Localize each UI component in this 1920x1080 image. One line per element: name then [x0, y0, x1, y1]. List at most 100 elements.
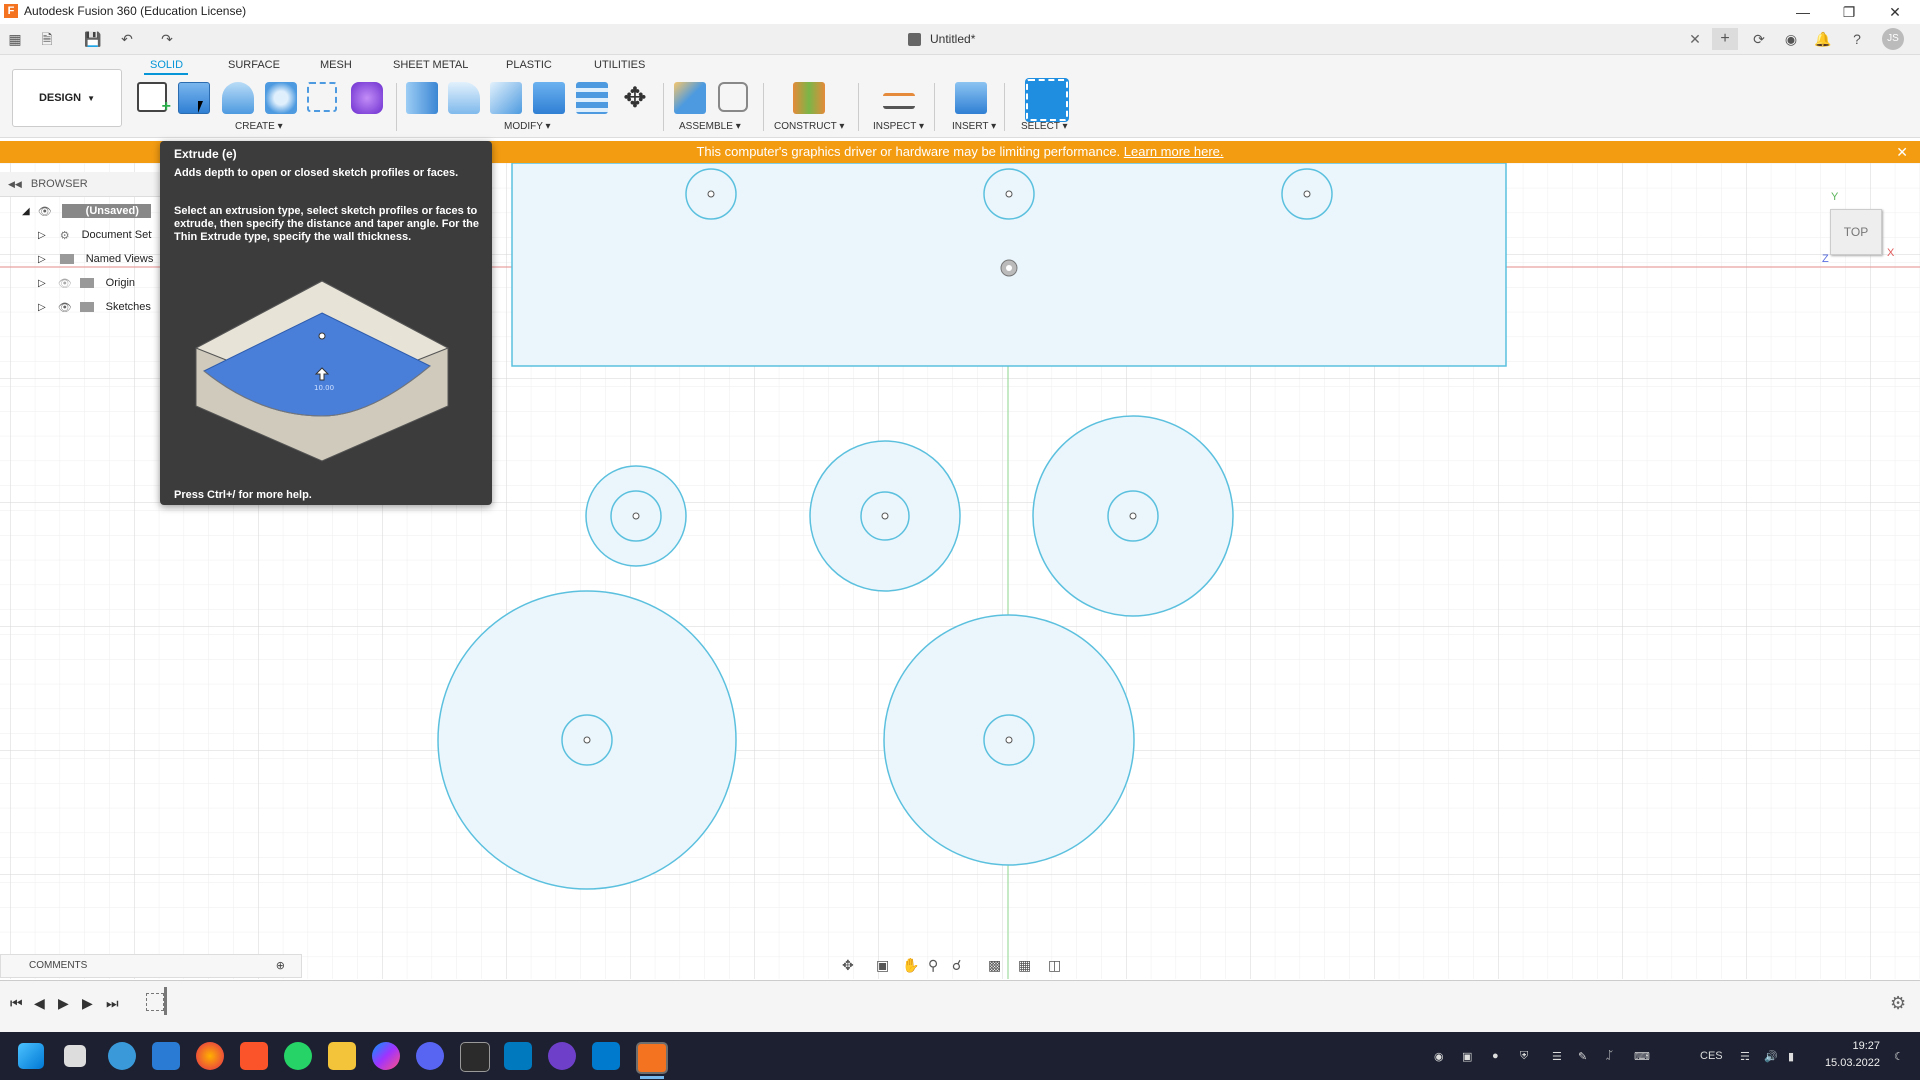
save-icon[interactable]: 💾	[84, 30, 102, 48]
triangle-collapsed-icon[interactable]: ▷	[38, 278, 46, 289]
shell-icon[interactable]	[533, 82, 565, 114]
play-icon[interactable]: ▶	[58, 995, 69, 1012]
document-tab-title[interactable]: Untitled*	[930, 32, 975, 46]
orbit-icon[interactable]: ✥	[842, 957, 854, 974]
joint-icon[interactable]	[718, 82, 748, 112]
language-indicator[interactable]: CES	[1700, 1050, 1723, 1062]
browser-item[interactable]: ▷ ⚙ Document Settings	[0, 223, 160, 247]
sketch-point[interactable]	[1005, 190, 1013, 198]
terminal-icon[interactable]	[460, 1042, 490, 1072]
tray-pen-icon[interactable]: ✎	[1578, 1050, 1587, 1063]
keyboard-icon[interactable]: ⌨	[1634, 1050, 1650, 1063]
viewports-icon[interactable]: ◫	[1048, 957, 1061, 974]
triangle-collapsed-icon[interactable]: ▷	[38, 254, 46, 265]
firefox-icon[interactable]	[196, 1042, 224, 1070]
step-forward-icon[interactable]: ▶	[82, 995, 93, 1012]
inspect-menu[interactable]: INSPECT ▾	[873, 121, 924, 132]
add-comment-icon[interactable]: ⊕	[276, 955, 285, 977]
create-menu[interactable]: CREATE ▾	[235, 121, 283, 132]
eye-hidden-icon[interactable]: 👁	[58, 277, 72, 290]
zoom-icon[interactable]: ⚲	[928, 957, 938, 974]
collapse-browser-icon[interactable]: ◀◀	[8, 179, 22, 189]
create-sketch-icon[interactable]: +	[137, 82, 171, 115]
pattern-icon[interactable]	[307, 82, 337, 112]
triangle-collapsed-icon[interactable]: ▷	[38, 302, 46, 313]
clock-date[interactable]: 15.03.2022	[1818, 1057, 1880, 1069]
sketch-point[interactable]	[707, 190, 715, 198]
timeline-sketch-icon[interactable]	[146, 993, 164, 1011]
view-cube[interactable]: TOP	[1830, 209, 1882, 255]
help-icon[interactable]: ?	[1848, 30, 1866, 48]
move-icon[interactable]: ✥	[619, 82, 651, 114]
browser-root-row[interactable]: ◢ 👁 (Unsaved)	[0, 199, 160, 223]
fit-icon[interactable]: ☌	[952, 957, 961, 974]
sketch-point[interactable]	[881, 512, 889, 520]
whatsapp-icon[interactable]	[284, 1042, 312, 1070]
close-window-button[interactable]: ✕	[1872, 0, 1918, 24]
triangle-collapsed-icon[interactable]: ▷	[38, 230, 46, 241]
redo-icon[interactable]: ↷	[158, 30, 176, 48]
go-to-start-icon[interactable]: ⏮	[10, 995, 23, 1012]
new-component-icon[interactable]	[674, 82, 706, 114]
triangle-expanded-icon[interactable]: ◢	[22, 206, 30, 217]
tab-plastic[interactable]: PLASTIC	[506, 59, 552, 71]
tray-chrome-icon[interactable]: ●	[1492, 1050, 1499, 1062]
create-form-icon[interactable]	[351, 82, 383, 114]
browser-item[interactable]: ▷ Named Views	[0, 247, 160, 271]
minimize-button[interactable]: —	[1780, 0, 1826, 24]
go-to-end-icon[interactable]: ⏭	[106, 995, 119, 1012]
sketch-point[interactable]	[583, 736, 591, 744]
close-document-icon[interactable]: ✕	[1686, 30, 1704, 48]
file-explorer-icon[interactable]	[328, 1042, 356, 1070]
app-grid-icon[interactable]: ▦	[6, 30, 24, 48]
notifications-icon[interactable]: 🔔	[1814, 30, 1832, 48]
chamfer-icon[interactable]	[490, 82, 522, 114]
construct-menu[interactable]: CONSTRUCT ▾	[774, 121, 844, 132]
github-desktop-icon[interactable]	[548, 1042, 576, 1070]
browser-item[interactable]: ▷ 👁 Sketches	[0, 295, 160, 319]
select-icon[interactable]	[1026, 79, 1068, 121]
wifi-icon[interactable]: ☴	[1740, 1050, 1750, 1063]
browser-header[interactable]: ◀◀ BROWSER	[0, 172, 160, 197]
vscode-icon[interactable]	[592, 1042, 620, 1070]
display-settings-icon[interactable]: ▩	[988, 957, 1001, 974]
messenger-icon[interactable]	[372, 1042, 400, 1070]
file-menu-icon[interactable]: 🗎	[38, 30, 56, 48]
grid-settings-icon[interactable]: ▦	[1018, 957, 1031, 974]
tab-sheet-metal[interactable]: SHEET METAL	[393, 59, 468, 71]
tray-app-icon[interactable]: ▣	[1462, 1050, 1472, 1063]
tray-app-icon[interactable]: ☰	[1552, 1050, 1562, 1063]
tray-app-icon[interactable]: ◉	[1434, 1050, 1444, 1063]
close-warning-icon[interactable]: ✕	[1896, 141, 1908, 163]
workspace-switcher[interactable]: DESIGN ▼	[12, 69, 122, 127]
eye-icon[interactable]: 👁	[38, 205, 52, 218]
insert-menu[interactable]: INSERT ▾	[952, 121, 996, 132]
task-view-icon[interactable]	[64, 1045, 86, 1067]
tray-defender-icon[interactable]: ⛨	[1520, 1050, 1528, 1063]
bluetooth-icon[interactable]: ᛢ	[1606, 1050, 1613, 1062]
tab-surface[interactable]: SURFACE	[228, 59, 280, 71]
view-cube-face[interactable]: TOP	[1831, 210, 1881, 254]
timeline-settings-icon[interactable]: ⚙	[1890, 993, 1906, 1014]
volume-icon[interactable]: 🔊	[1764, 1050, 1778, 1063]
sketch-point[interactable]	[1005, 736, 1013, 744]
new-tab-icon[interactable]: +	[1712, 28, 1738, 50]
select-menu[interactable]: SELECT ▾	[1021, 121, 1068, 132]
measure-icon[interactable]	[883, 93, 915, 109]
start-icon[interactable]	[18, 1043, 44, 1069]
eye-icon[interactable]: 👁	[58, 301, 72, 314]
tab-solid[interactable]: SOLID	[150, 59, 183, 71]
battery-icon[interactable]: ▮	[1788, 1050, 1794, 1063]
brave-icon[interactable]	[240, 1042, 268, 1070]
sketch-point[interactable]	[1303, 190, 1311, 198]
hole-icon[interactable]	[265, 82, 297, 114]
job-status-icon[interactable]: ◉	[1782, 30, 1800, 48]
clock-time[interactable]: 19:27	[1830, 1040, 1880, 1052]
discord-icon[interactable]	[416, 1042, 444, 1070]
fusion-taskbar-icon[interactable]	[636, 1042, 668, 1074]
tab-utilities[interactable]: UTILITIES	[594, 59, 645, 71]
browser-item[interactable]: ▷ 👁 Origin	[0, 271, 160, 295]
timeline-marker[interactable]	[164, 987, 167, 1015]
mail-icon[interactable]	[152, 1042, 180, 1070]
trello-icon[interactable]	[504, 1042, 532, 1070]
